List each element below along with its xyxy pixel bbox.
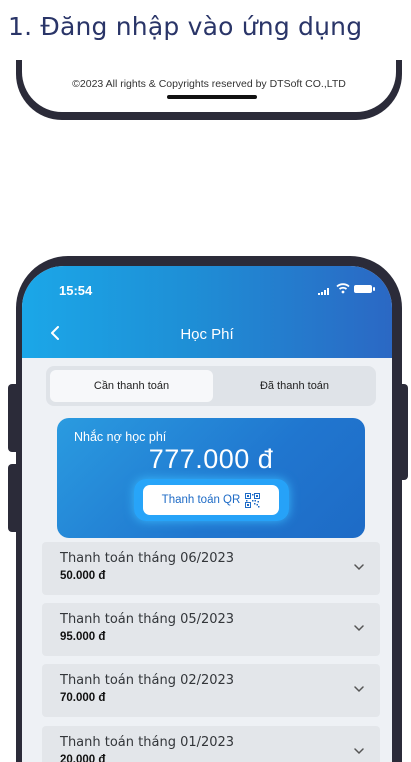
signal-icon: [318, 288, 332, 295]
payment-title: Thanh toán tháng 06/2023: [60, 551, 235, 566]
qr-pay-label: Thanh toán QR: [161, 494, 241, 506]
payment-title: Thanh toán tháng 05/2023: [60, 612, 235, 627]
payment-amount: 70.000 đ: [60, 692, 106, 704]
payment-tabs: Cần thanh toán Đã thanh toán: [46, 366, 376, 406]
chevron-down-icon[interactable]: [354, 746, 364, 756]
copyright-text: ©2023 All rights & Copyrights reserved b…: [72, 78, 346, 90]
page-title: Học Phí: [180, 326, 234, 343]
previous-phone-screen: ©2023 All rights & Copyrights reserved b…: [22, 60, 396, 112]
step-heading: 1. Đăng nhập vào ứng dụng: [8, 12, 363, 41]
qr-code-icon: [245, 492, 261, 508]
payment-item[interactable]: Thanh toán tháng 01/2023 20.000 đ: [42, 726, 380, 762]
tab-unpaid[interactable]: Cần thanh toán: [50, 370, 213, 402]
payment-title: Thanh toán tháng 02/2023: [60, 673, 235, 688]
chevron-down-icon[interactable]: [354, 623, 364, 633]
chevron-down-icon[interactable]: [354, 562, 364, 572]
payment-amount: 95.000 đ: [60, 631, 106, 643]
home-indicator: [167, 95, 257, 99]
tab-paid[interactable]: Đã thanh toán: [217, 370, 372, 402]
wifi-icon: [336, 283, 350, 294]
battery-icon: [354, 285, 375, 293]
payment-item[interactable]: Thanh toán tháng 05/2023 95.000 đ: [42, 603, 380, 656]
reminder-title: Nhắc nợ học phí: [74, 430, 167, 444]
phone-screen: 15:54 Học Phí Cần thanh toán Đã thanh to…: [22, 266, 392, 762]
chevron-down-icon[interactable]: [354, 684, 364, 694]
payment-title: Thanh toán tháng 01/2023: [60, 735, 235, 750]
total-due-amount: 777.000 đ: [148, 444, 274, 474]
status-time: 15:54: [59, 283, 93, 298]
qr-pay-button[interactable]: Thanh toán QR: [143, 485, 279, 515]
payment-item[interactable]: Thanh toán tháng 06/2023 50.000 đ: [42, 542, 380, 595]
payment-amount: 50.000 đ: [60, 570, 106, 582]
payment-amount: 20.000 đ: [60, 754, 106, 762]
previous-phone-frame: ©2023 All rights & Copyrights reserved b…: [16, 60, 402, 120]
payment-item[interactable]: Thanh toán tháng 02/2023 70.000 đ: [42, 664, 380, 717]
status-bar: 15:54: [22, 266, 392, 306]
app-header: 15:54 Học Phí: [22, 266, 392, 358]
tuition-reminder-card: Nhắc nợ học phí 777.000 đ Thanh toán QR: [57, 418, 365, 538]
